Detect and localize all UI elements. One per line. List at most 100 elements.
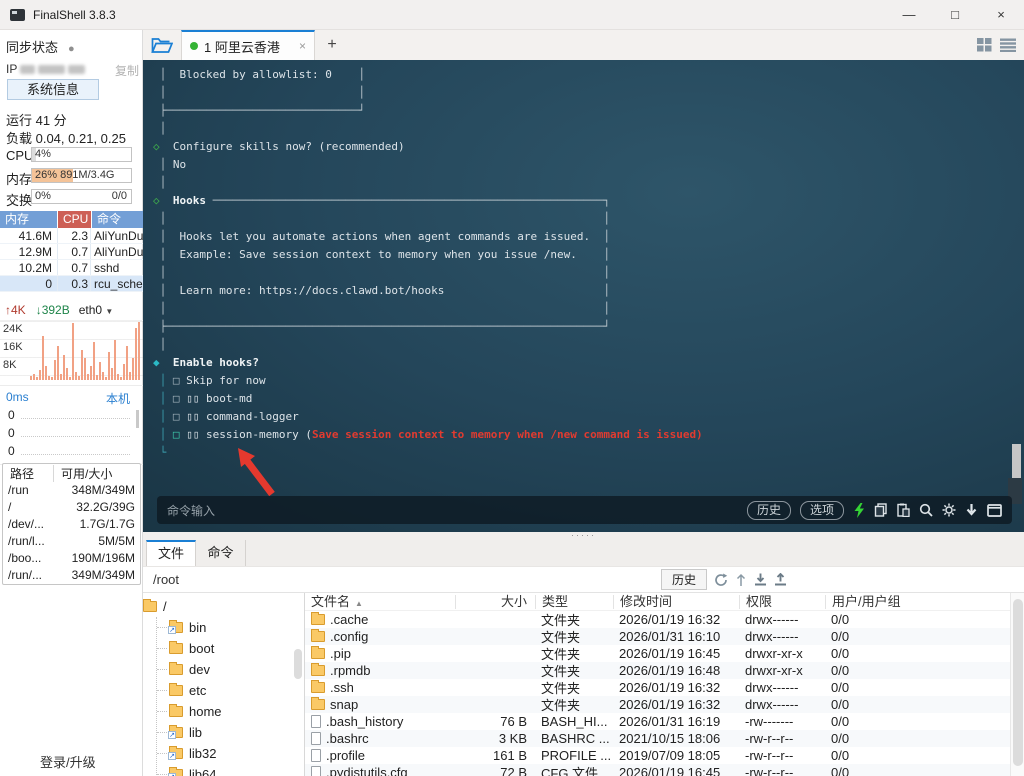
gear-icon[interactable] — [942, 503, 956, 517]
terminal-output: │ Blocked by allowlist: 0 │ │ │ ├───────… — [153, 66, 703, 462]
table-row[interactable]: .bashrc 3 KB BASHRC ... 2021/10/15 18:06 -rw… — [305, 730, 1024, 747]
process-col-header[interactable]: 命令 — [92, 211, 143, 228]
disk-col-size[interactable]: 可用/大小 — [53, 464, 112, 482]
chart-bar — [96, 375, 98, 380]
chart-bar — [57, 346, 59, 380]
file-table-scrollbar-thumb[interactable] — [1013, 599, 1023, 766]
connected-dot-icon — [190, 42, 198, 50]
upload-file-icon[interactable] — [774, 572, 787, 587]
disk-row[interactable]: /run/... 349M/349M — [3, 567, 140, 584]
tree-item-lib32[interactable]: ↗ lib32 — [157, 743, 304, 764]
column-header-4[interactable]: 权限 — [739, 594, 825, 609]
tab-session-1[interactable]: 1 阿里云香港 × — [181, 30, 315, 60]
table-row[interactable]: snap 文件夹 2026/01/19 16:32 drwx------ 0/0 — [305, 696, 1024, 713]
connection-manager-button[interactable] — [143, 30, 181, 60]
table-row[interactable]: .profile 161 B PROFILE ... 2019/07/09 18:05… — [305, 747, 1024, 764]
process-col-header[interactable]: 内存 — [0, 211, 57, 228]
tab-commands[interactable]: 命令 — [196, 540, 246, 566]
copy-ip-button[interactable]: 复制 — [115, 62, 139, 79]
path-history-button[interactable]: 历史 — [661, 569, 708, 590]
path-input[interactable]: /root — [153, 572, 179, 587]
terminal-line: │ □ ▯▯ boot-md — [153, 392, 253, 405]
column-header-2[interactable]: 类型 — [535, 594, 613, 609]
cpu-meter: 4% — [31, 147, 132, 162]
login-upgrade-link[interactable]: 登录/升级 — [40, 752, 96, 771]
process-table-header[interactable]: 内存 CPU 命令 — [0, 211, 143, 228]
interface-selector[interactable]: eth0 ▼ — [79, 303, 114, 317]
lightning-icon[interactable] — [853, 502, 865, 518]
process-row[interactable]: 10.2M 0.7 sshd — [0, 260, 143, 276]
command-input-placeholder[interactable]: 命令输入 — [167, 502, 215, 519]
table-row[interactable]: .ssh 文件夹 2026/01/19 16:32 drwx------ 0/0 — [305, 679, 1024, 696]
table-row[interactable]: .bash_history 76 B BASH_HI... 2026/01/31 16… — [305, 713, 1024, 730]
window-icon[interactable] — [987, 503, 1002, 517]
ping-host[interactable]: 本机 — [106, 390, 130, 407]
tree-item-home[interactable]: home — [157, 701, 304, 722]
column-header-3[interactable]: 修改时间 — [613, 594, 739, 609]
chart-bar — [36, 377, 38, 380]
disk-col-path[interactable]: 路径 — [3, 465, 53, 482]
system-info-button[interactable]: 系统信息 — [7, 79, 99, 100]
tab-close-icon[interactable]: × — [299, 39, 306, 53]
table-row[interactable]: .rpmdb 文件夹 2026/01/19 16:48 drwxr-xr-x 0/0 — [305, 662, 1024, 679]
paste-icon[interactable] — [897, 503, 910, 517]
minimize-button[interactable]: — — [886, 0, 932, 30]
folder-icon — [311, 663, 325, 676]
terminal[interactable]: │ Blocked by allowlist: 0 │ │ │ ├───────… — [143, 60, 1024, 532]
panel-splitter[interactable]: ····· — [143, 531, 1024, 540]
tree-item-etc[interactable]: etc — [157, 680, 304, 701]
process-col-header[interactable]: CPU — [58, 211, 91, 228]
disk-row[interactable]: /run 348M/349M — [3, 482, 140, 499]
file-table-scrollbar[interactable] — [1010, 593, 1024, 776]
tree-item-lib[interactable]: ↗ lib — [157, 722, 304, 743]
table-row[interactable]: .config 文件夹 2026/01/31 16:10 drwx------ 0/0 — [305, 628, 1024, 645]
grid-view-icon[interactable] — [977, 38, 992, 52]
terminal-line: └ — [153, 446, 167, 459]
copy-icon[interactable] — [874, 503, 888, 517]
options-button[interactable]: 选项 — [799, 500, 844, 520]
column-header-1[interactable]: 大小 — [455, 594, 535, 609]
table-row[interactable]: .pip 文件夹 2026/01/19 16:45 drwxr-xr-x 0/0 — [305, 645, 1024, 662]
process-row[interactable]: 12.9M 0.7 AliYunDu — [0, 244, 143, 260]
column-header-5[interactable]: 用户/用户组 — [825, 594, 945, 609]
tree-item-bin[interactable]: ↗ bin — [157, 617, 304, 638]
chart-tick: 24K — [3, 323, 23, 335]
command-input-bar[interactable]: 命令输入 历史 选项 — [157, 496, 1012, 524]
search-icon[interactable] — [919, 503, 933, 517]
maximize-button[interactable]: □ — [932, 0, 978, 30]
close-button[interactable]: × — [978, 0, 1024, 30]
column-header-0[interactable]: 文件名 ▲ — [305, 595, 455, 609]
refresh-icon[interactable] — [714, 573, 728, 587]
table-row[interactable]: .cache 文件夹 2026/01/19 16:32 drwx------ 0/0 — [305, 611, 1024, 628]
disk-row[interactable]: /dev/... 1.7G/1.7G — [3, 516, 140, 533]
disk-row[interactable]: /boo... 190M/196M — [3, 550, 140, 567]
app-icon — [10, 8, 25, 21]
tree-item-lib64[interactable]: ↗ lib64 — [157, 764, 304, 776]
tab-files[interactable]: 文件 — [146, 540, 196, 566]
download-arrow-icon[interactable] — [965, 503, 978, 517]
up-arrow-icon[interactable] — [735, 573, 747, 587]
process-row[interactable]: 41.6M 2.3 AliYunDu — [0, 228, 143, 244]
file-name-cell: .rpmdb — [305, 663, 455, 678]
file-name: .ssh — [330, 680, 354, 695]
new-tab-button[interactable]: + — [315, 30, 349, 60]
tree-item-dev[interactable]: dev — [157, 659, 304, 680]
tree-item-label: etc — [189, 683, 207, 698]
ping-scrollbar[interactable] — [136, 410, 139, 428]
download-file-icon[interactable] — [754, 573, 767, 587]
tree-item-root[interactable]: / — [143, 596, 304, 617]
chart-bar — [39, 370, 41, 380]
disk-row[interactable]: / 32.2G/39G — [3, 499, 140, 516]
tree-scrollbar-thumb[interactable] — [294, 649, 302, 679]
terminal-scrollbar-thumb[interactable] — [1012, 444, 1021, 478]
terminal-line: │ │ — [153, 86, 365, 99]
ping-value: 0 — [8, 444, 15, 458]
process-row[interactable]: 0 0.3 rcu_sche — [0, 276, 143, 292]
history-button[interactable]: 历史 — [746, 500, 791, 520]
chart-bar — [72, 323, 74, 380]
tree-item-boot[interactable]: boot — [157, 638, 304, 659]
disk-row[interactable]: /run/l... 5M/5M — [3, 533, 140, 550]
table-row[interactable]: .pydistutils.cfg 72 B CFG 文件 2026/01/19 16:… — [305, 764, 1024, 776]
list-view-icon[interactable] — [1000, 38, 1016, 52]
file-icon — [311, 749, 321, 762]
